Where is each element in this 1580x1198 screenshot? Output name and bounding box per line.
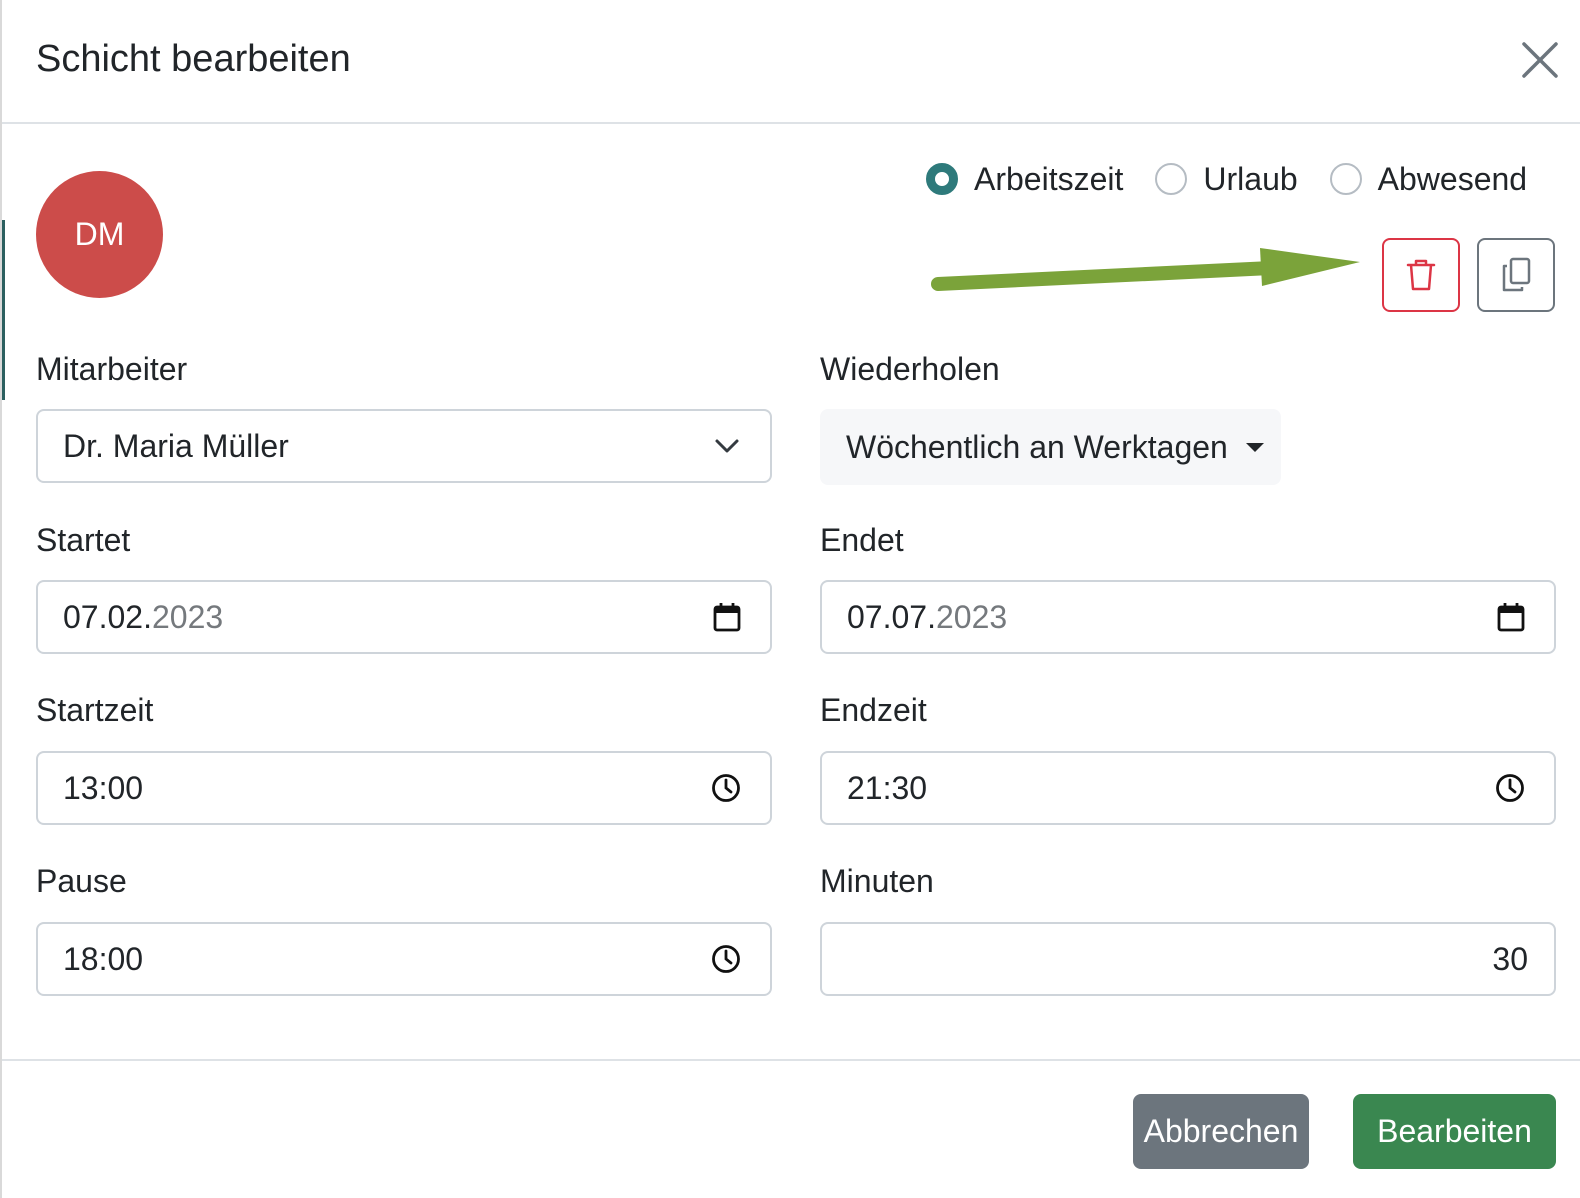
minutes-label: Minuten — [820, 863, 934, 899]
copy-shift-button[interactable] — [1477, 238, 1555, 312]
trash-icon — [1406, 259, 1436, 291]
submit-edit-button[interactable]: Bearbeiten — [1353, 1094, 1556, 1169]
calendar-icon[interactable] — [712, 601, 742, 633]
radio-label: Abwesend — [1377, 160, 1528, 197]
radio-checked-icon[interactable] — [926, 163, 958, 195]
calendar-icon[interactable] — [1496, 601, 1526, 633]
end-date-value: 07.07. — [847, 598, 936, 635]
radio-label: Arbeitszeit — [974, 160, 1124, 197]
employee-select-value: Dr. Maria Müller — [63, 427, 289, 464]
end-date-input[interactable]: 07.07. 2023 — [820, 580, 1556, 654]
end-time-value: 21:30 — [847, 769, 928, 806]
end-date-label: Endet — [820, 522, 904, 558]
employee-select[interactable]: Dr. Maria Müller — [36, 409, 772, 483]
minutes-input[interactable]: 30 — [820, 922, 1556, 996]
modal-header: Schicht bearbeiten — [2, 0, 1580, 124]
radio-arbeitszeit[interactable]: Arbeitszeit — [926, 161, 1123, 198]
pause-time-input[interactable]: 18:00 — [36, 922, 772, 996]
start-date-input[interactable]: 07.02. 2023 — [36, 580, 772, 654]
start-time-value: 13:00 — [63, 769, 144, 806]
pause-label: Pause — [36, 863, 127, 899]
radio-urlaub[interactable]: Urlaub — [1155, 160, 1298, 198]
clock-icon[interactable] — [710, 772, 742, 804]
pause-time-value: 18:00 — [63, 940, 144, 977]
radio-unchecked-icon[interactable] — [1329, 163, 1362, 195]
footer-divider — [2, 1059, 1580, 1061]
start-date-year: 2023 — [151, 598, 224, 635]
chevron-down-icon — [714, 438, 740, 454]
start-time-label: Startzeit — [36, 692, 154, 728]
radio-abwesend[interactable]: Abwesend — [1329, 160, 1528, 198]
start-time-input[interactable]: 13:00 — [36, 751, 772, 825]
start-date-label: Startet — [36, 522, 131, 558]
edit-shift-modal: Schicht bearbeiten DM Arbeitszeit Urlaub… — [0, 0, 1580, 1198]
close-icon — [1522, 42, 1558, 78]
annotation-arrow-icon — [931, 248, 1360, 291]
radio-label: Urlaub — [1203, 160, 1298, 197]
employee-avatar: DM — [36, 171, 163, 298]
minutes-value: 30 — [1492, 940, 1528, 977]
delete-shift-button[interactable] — [1382, 238, 1460, 312]
copy-icon — [1502, 257, 1531, 292]
clock-icon[interactable] — [1494, 772, 1526, 804]
end-time-label: Endzeit — [820, 692, 927, 728]
background-edge — [2, 220, 5, 400]
end-time-input[interactable]: 21:30 — [820, 751, 1556, 825]
close-button[interactable] — [1518, 38, 1562, 82]
repeat-dropdown-value: Wöchentlich an Werktagen — [846, 428, 1228, 465]
start-date-value: 07.02. — [63, 598, 152, 635]
radio-unchecked-icon[interactable] — [1155, 163, 1188, 195]
repeat-label: Wiederholen — [820, 351, 1000, 387]
clock-icon[interactable] — [710, 943, 742, 975]
caret-down-icon — [1245, 442, 1264, 452]
modal-title: Schicht bearbeiten — [36, 38, 351, 80]
avatar-initials: DM — [74, 216, 125, 252]
repeat-dropdown-button[interactable]: Wöchentlich an Werktagen — [820, 409, 1281, 485]
end-date-year: 2023 — [935, 598, 1008, 635]
shift-type-radio-group: Arbeitszeit Urlaub Abwesend — [926, 158, 1527, 200]
cancel-button[interactable]: Abbrechen — [1133, 1094, 1309, 1169]
employee-label: Mitarbeiter — [36, 351, 188, 387]
